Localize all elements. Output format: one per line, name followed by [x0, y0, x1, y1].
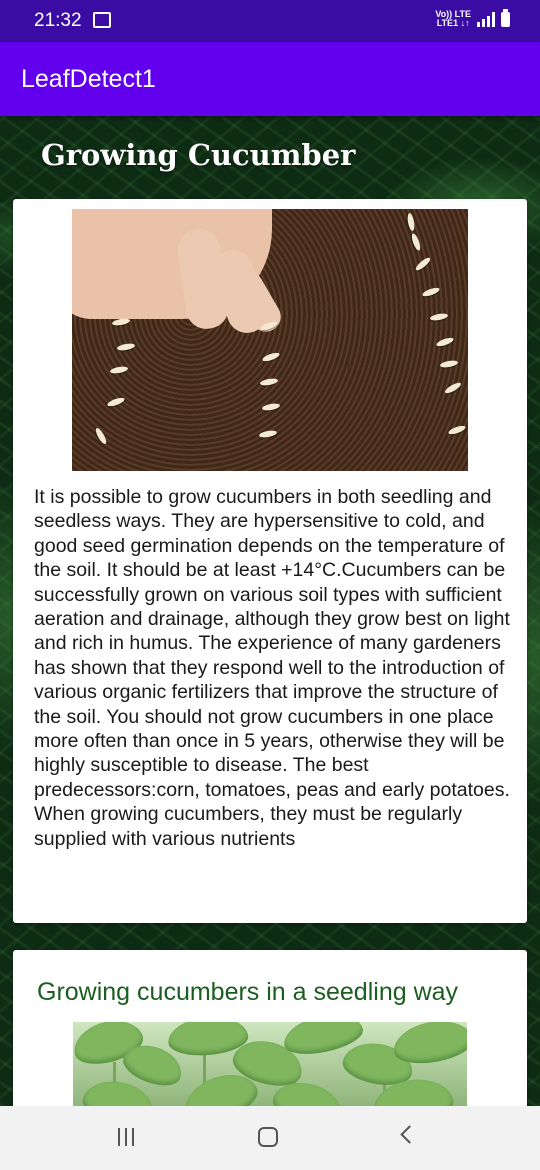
system-nav-bar — [0, 1106, 540, 1170]
status-bar: 21:32 Vo)) LTE LTE1 ↓↑ — [0, 0, 540, 42]
signal-icon — [477, 11, 495, 27]
network-line-2: LTE1 ↓↑ — [436, 18, 470, 28]
scroll-content[interactable]: Growing Cucumber It is possible to grow … — [0, 116, 540, 1106]
home-icon[interactable] — [258, 1127, 278, 1147]
app-title: LeafDetect1 — [21, 65, 156, 93]
status-icons: Vo)) LTE LTE1 ↓↑ — [435, 8, 510, 28]
gallery-icon — [93, 12, 111, 28]
cucumber-description: It is possible to grow cucumbers in both… — [34, 486, 510, 850]
status-time: 21:32 — [34, 10, 82, 31]
back-icon[interactable] — [400, 1125, 419, 1144]
recent-apps-icon[interactable] — [118, 1128, 134, 1146]
network-indicator: Vo)) LTE LTE1 ↓↑ — [435, 10, 471, 28]
seeds-photo — [72, 209, 468, 471]
battery-icon — [501, 8, 510, 27]
seedlings-photo — [73, 1022, 467, 1106]
section-heading: Growing cucumbers in a seedling way — [37, 978, 459, 1006]
seedling-card: Growing cucumbers in a seedling way — [13, 950, 527, 1106]
info-card: It is possible to grow cucumbers in both… — [13, 199, 527, 923]
app-bar: LeafDetect1 — [0, 42, 540, 116]
page-title: Growing Cucumber — [41, 138, 356, 172]
